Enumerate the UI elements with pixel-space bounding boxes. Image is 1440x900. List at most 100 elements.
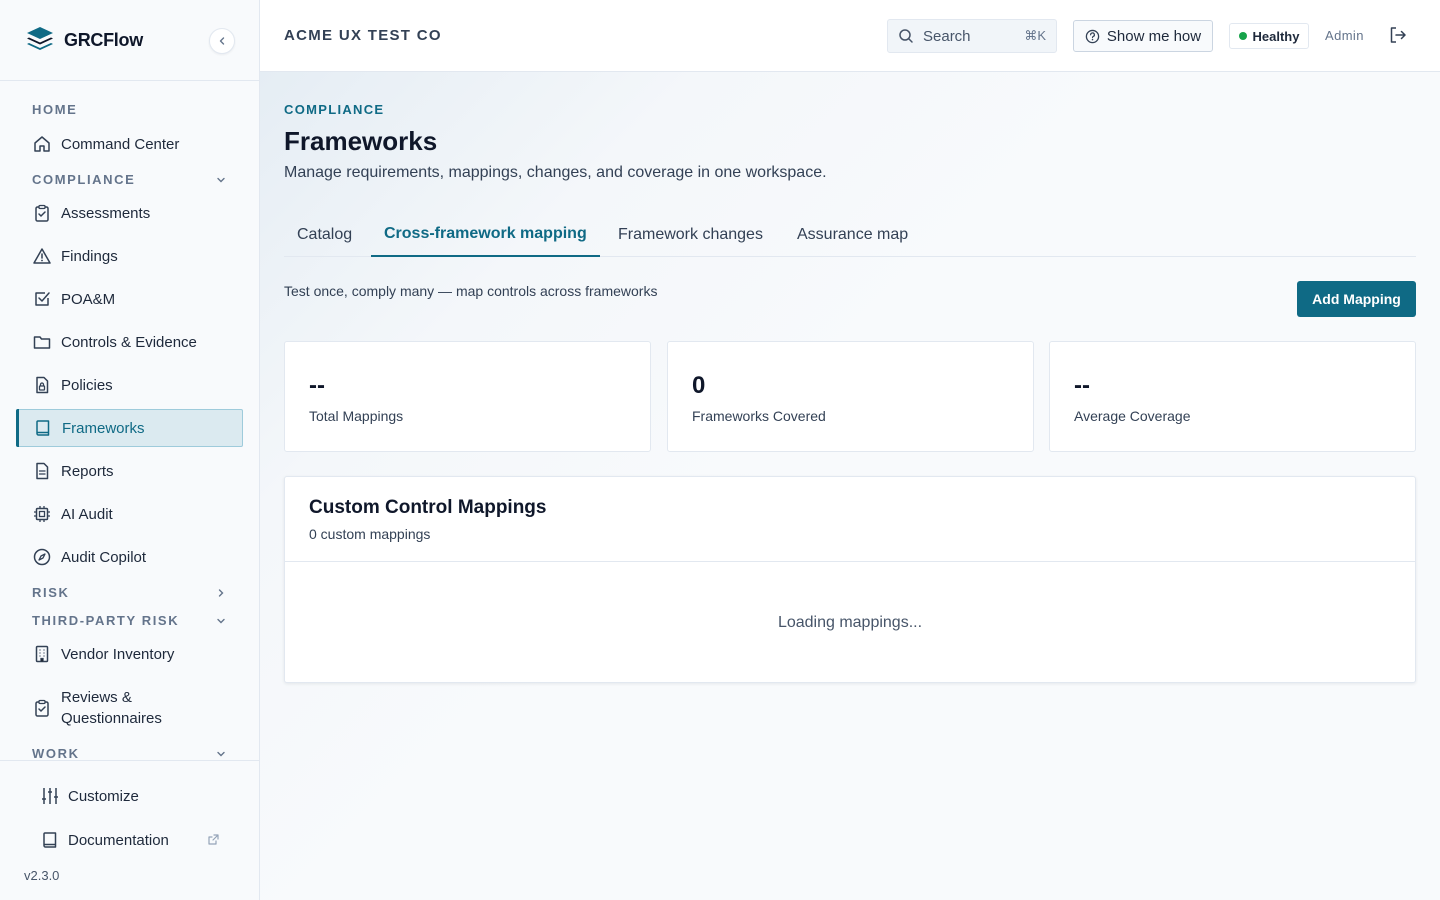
home-icon [32, 134, 52, 154]
stat-value: -- [1074, 372, 1090, 399]
chevron-down-icon [216, 175, 226, 185]
tab-catalog[interactable]: Catalog [284, 212, 365, 257]
stat-card-total-mappings: -- Total Mappings [284, 341, 651, 452]
health-status-label: Healthy [1252, 28, 1300, 44]
panel-subtitle: 0 custom mappings [309, 526, 431, 542]
nav-section-third-party-risk[interactable]: THIRD-PARTY RISK [32, 613, 232, 628]
tab-bar: Catalog Cross-framework mapping Framewor… [284, 212, 1416, 257]
sidebar-item-label: AI Audit [61, 505, 113, 523]
folder-icon [32, 332, 52, 352]
sidebar-item-ai-audit[interactable]: AI Audit [16, 495, 243, 533]
stat-label: Total Mappings [309, 408, 404, 424]
chevron-down-icon [216, 749, 226, 759]
stat-value: -- [309, 372, 325, 399]
tab-cross-framework-mapping[interactable]: Cross-framework mapping [371, 212, 600, 257]
loading-message: Loading mappings... [777, 614, 923, 631]
chevron-left-icon [217, 36, 227, 46]
sidebar-item-findings[interactable]: Findings [16, 237, 243, 275]
search-shortcut: ⌘K [1024, 28, 1046, 43]
logout-icon [1388, 25, 1408, 45]
nav-section-compliance[interactable]: COMPLIANCE [32, 172, 232, 187]
app-version: v2.3.0 [24, 868, 60, 883]
sidebar-footer: Customize Documentation v2.3.0 [0, 760, 259, 900]
nav-section-risk[interactable]: RISK [32, 585, 232, 600]
add-mapping-button[interactable]: Add Mapping [1297, 281, 1416, 317]
file-lock-icon [32, 375, 52, 395]
customize-link[interactable]: Customize [24, 778, 234, 814]
documentation-link[interactable]: Documentation [24, 822, 234, 858]
sidebar-item-label: POA&M [61, 290, 116, 308]
collapse-sidebar-button[interactable] [209, 28, 235, 54]
nav-section-label: THIRD-PARTY RISK [32, 613, 180, 628]
show-me-how-button[interactable]: Show me how [1073, 20, 1213, 52]
sidebar-item-label: Command Center [61, 135, 180, 153]
top-bar: ACME UX TEST CO Search ⌘K Show me how He… [260, 0, 1440, 72]
file-text-icon [32, 461, 52, 481]
brand-header: GRCFlow [0, 0, 259, 81]
sidebar-item-label: Audit Copilot [61, 548, 147, 566]
documentation-label: Documentation [68, 831, 169, 849]
stat-value: 0 [692, 372, 706, 399]
panel-title: Custom Control Mappings [309, 497, 547, 518]
sidebar-item-reviews-questionnaires[interactable]: Reviews & Questionnaires [16, 678, 243, 738]
sidebar-item-label: Reviews & Questionnaires [61, 689, 162, 727]
sidebar-item-command-center[interactable]: Command Center [16, 125, 243, 163]
sidebar-item-label: Findings [61, 247, 118, 265]
external-link-icon [207, 833, 220, 846]
alert-triangle-icon [32, 246, 52, 266]
tab-framework-changes[interactable]: Framework changes [605, 212, 776, 257]
page-eyebrow: COMPLIANCE [284, 102, 385, 117]
nav-section-home: HOME [32, 102, 232, 117]
building-icon [32, 644, 52, 664]
search-input[interactable]: Search ⌘K [887, 19, 1057, 53]
tab-assurance-map[interactable]: Assurance map [784, 212, 921, 257]
nav-section-work[interactable]: WORK [32, 746, 232, 760]
page-title: Frameworks [284, 126, 438, 156]
sidebar-item-label: Policies [61, 376, 113, 394]
sidebar-item-assessments[interactable]: Assessments [16, 194, 243, 232]
sidebar-item-audit-copilot[interactable]: Audit Copilot [16, 538, 243, 576]
stat-label: Frameworks Covered [692, 408, 826, 424]
sidebar-item-label: Frameworks [62, 419, 145, 437]
book-icon [40, 830, 60, 850]
sidebar-nav: HOME Command Center COMPLIANCE Assessmen… [0, 81, 259, 760]
main-content: COMPLIANCE Frameworks Manage requirement… [260, 72, 1440, 900]
status-dot [1238, 32, 1247, 40]
stat-label: Average Coverage [1074, 408, 1191, 424]
clipboard-check-icon [32, 203, 52, 223]
tab-label: Cross-framework mapping [384, 224, 587, 242]
page-subtitle: Manage requirements, mappings, changes, … [284, 164, 827, 181]
clipboard-check-icon [32, 698, 52, 718]
chevron-down-icon [216, 616, 226, 626]
compass-icon [32, 547, 52, 567]
show-me-how-label: Show me how [1106, 27, 1202, 45]
search-icon [898, 28, 914, 44]
sidebar-item-reports[interactable]: Reports [16, 452, 243, 490]
user-role: Admin [1325, 28, 1364, 43]
sidebar-item-poam[interactable]: POA&M [16, 280, 243, 318]
sidebar-item-controls-evidence[interactable]: Controls & Evidence [16, 323, 243, 361]
help-circle-icon [1085, 29, 1100, 44]
sidebar-item-frameworks[interactable]: Frameworks [16, 409, 243, 447]
tab-description: Test once, comply many — map controls ac… [284, 283, 658, 299]
sliders-icon [40, 786, 60, 806]
custom-mappings-panel: Custom Control Mappings 0 custom mapping… [284, 476, 1416, 683]
nav-section-label: RISK [32, 585, 70, 600]
health-status-badge: Healthy [1229, 23, 1309, 49]
tab-label: Assurance map [797, 225, 909, 243]
logout-button[interactable] [1388, 25, 1408, 45]
tab-label: Catalog [297, 225, 353, 243]
cpu-chip-icon [32, 504, 52, 524]
panel-header: Custom Control Mappings 0 custom mapping… [285, 477, 1415, 562]
customize-label: Customize [68, 787, 139, 805]
sidebar-item-policies[interactable]: Policies [16, 366, 243, 404]
sidebar-item-label: Reports [61, 462, 114, 480]
sidebar-item-vendor-inventory[interactable]: Vendor Inventory [16, 635, 243, 673]
stat-card-frameworks-covered: 0 Frameworks Covered [667, 341, 1034, 452]
grcflow-logo-icon [24, 24, 56, 56]
chevron-right-icon [216, 588, 226, 598]
sidebar: GRCFlow HOME Command Center COMPLIANCE A… [0, 0, 260, 900]
nav-section-label: WORK [32, 746, 80, 760]
organization-name: ACME UX TEST CO [284, 27, 442, 44]
sidebar-item-label: Vendor Inventory [61, 645, 175, 663]
